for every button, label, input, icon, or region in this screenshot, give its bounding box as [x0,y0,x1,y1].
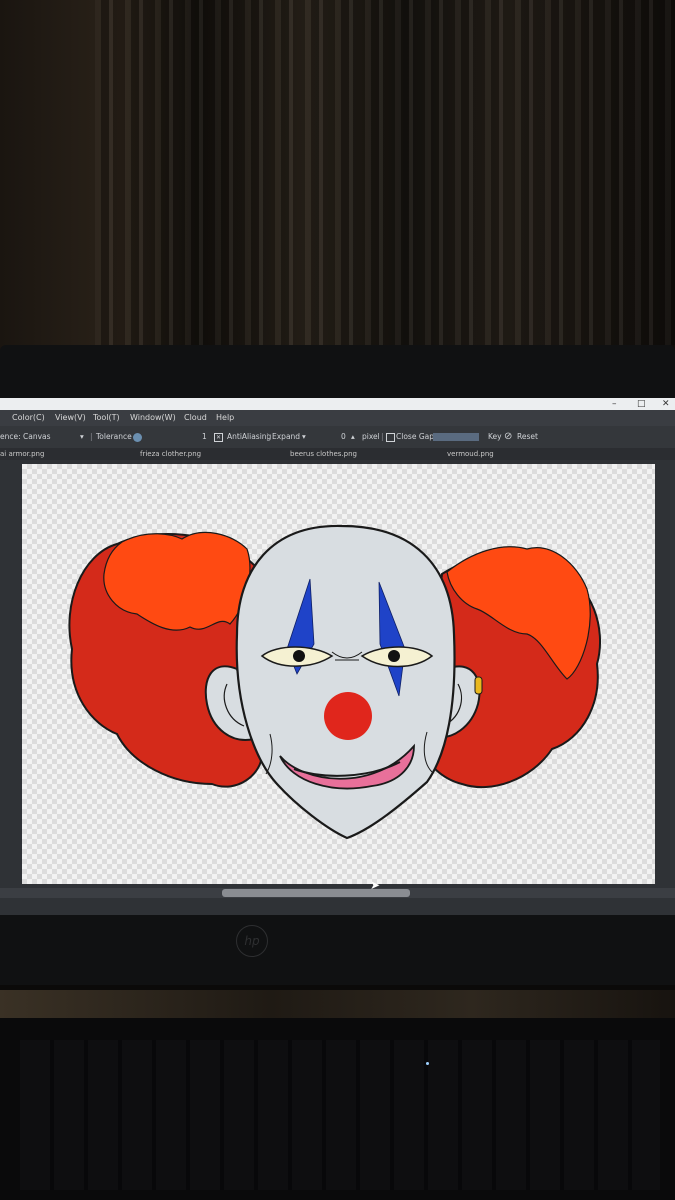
menu-bar: Color(C) View(V) Tool(T) Window(W) Cloud… [0,410,675,426]
monitor-screen: – □ ✕ Color(C) View(V) Tool(T) Window(W)… [0,398,675,915]
antialiasing-label: AntiAliasing [227,432,272,441]
maximize-button[interactable]: □ [637,399,646,409]
right-pupil [388,650,400,662]
earring [474,676,483,695]
close-gaps-slider[interactable] [433,426,479,448]
expand-unit: pixel [362,432,380,441]
menu-window[interactable]: Window(W) [130,410,176,426]
checkbox-check-icon: ✕ [214,432,223,442]
menu-view[interactable]: View(V) [55,410,86,426]
window-title-bar: – □ ✕ [0,398,675,410]
reset-icon[interactable]: ⊘ [504,426,512,448]
separator: | [381,432,384,441]
minimize-button[interactable]: – [612,399,617,409]
hp-logo-icon: hp [236,925,268,957]
menu-color[interactable]: Color(C) [12,410,45,426]
expand-label: Expand [272,432,301,441]
key-label: Key [488,432,502,441]
nose [324,692,372,740]
close-gaps-label: Close Gaps [396,432,438,441]
drawing-canvas[interactable] [22,464,655,884]
horizontal-scrollbar[interactable] [0,888,675,898]
tab-ai-armor[interactable]: ai armor.png [0,448,44,460]
head [235,524,456,840]
desk-surface [0,990,675,1020]
tolerance-label: Tolerance [96,432,132,441]
document-tabs: ai armor.png frieza clother.png beerus c… [0,448,675,460]
separator: | [266,432,269,441]
expand-value[interactable]: 0 [341,426,346,448]
menu-cloud[interactable]: Cloud [184,410,207,426]
separator: | [90,432,93,441]
reference-label: ence: Canvas [0,432,51,441]
tolerance-slider-knob[interactable] [130,426,142,448]
menu-tool[interactable]: Tool(T) [93,410,120,426]
reference-dropdown[interactable]: ▾ [80,426,84,448]
power-led [426,1062,429,1065]
antialiasing-checkbox[interactable]: ✕ [214,426,226,448]
menu-help[interactable]: Help [216,410,234,426]
tab-beerus-clothes[interactable]: beerus clothes.png [290,448,357,460]
close-button[interactable]: ✕ [662,399,670,409]
reset-button[interactable]: Reset [517,426,538,448]
keyboard-keys [20,1040,660,1190]
background-curtain [95,0,675,345]
mouse-cursor-icon: ➤ [370,878,381,892]
scrollbar-thumb[interactable] [222,889,410,897]
tool-property-bar: ence: Canvas ▾ | Tolerance 1 ✕ AntiAlias… [0,426,675,448]
tab-frieza-clother[interactable]: frieza clother.png [140,448,201,460]
tolerance-value: 1 [202,432,207,441]
tab-vermoud[interactable]: vermoud.png [447,448,494,460]
expand-dropdown[interactable]: ▾ [302,426,306,448]
clown-illustration [68,524,601,840]
expand-stepper-icon[interactable]: ▴ [351,426,355,448]
left-pupil [293,650,305,662]
